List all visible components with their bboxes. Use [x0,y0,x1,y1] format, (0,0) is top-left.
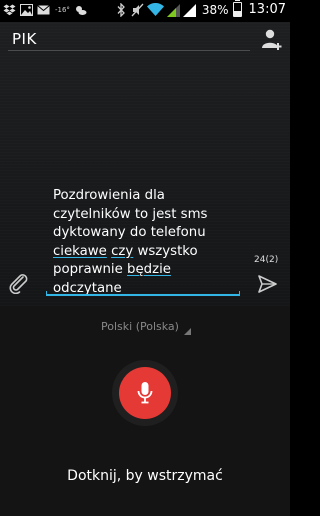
language-selector[interactable]: Polski (Polska) [0,320,290,335]
battery-icon [232,0,242,17]
attach-button[interactable] [8,272,30,295]
language-label: Polski (Polska) [101,320,191,335]
message-text: Pozdrowienia dla [53,188,165,203]
message-word: wszystko [137,243,198,259]
temperature: -16° [55,6,70,14]
signal-icon [182,3,196,17]
notification-icons: -16° [3,3,87,17]
message-word: będzie [127,262,171,277]
add-contact-icon [262,29,282,50]
voice-hint: Dotknij, by wstrzymać [67,468,223,484]
send-button[interactable] [257,274,277,294]
wifi-icon [146,3,164,17]
mute-icon [131,3,144,17]
message-word: czy [111,243,134,259]
message-text: czytelników to jest sms [53,206,208,222]
recipient-field[interactable]: PIK [12,30,37,48]
compose-area: PIK Pozdrowienia dla czytelników to jest… [0,22,290,306]
voice-input-panel: Polski (Polska) Dotknij, by wstrzymać [0,306,290,516]
recipient-divider [8,50,250,51]
message-input-underline [46,291,240,296]
signal-icon [166,3,180,17]
paperclip-icon [9,274,28,295]
email-icon [37,3,50,17]
battery-percentage: 38% [201,2,229,17]
microphone-icon [137,382,153,404]
weather-icon [74,3,87,17]
mic-button[interactable] [119,367,171,419]
system-icons: 38% 13:07 [115,0,286,17]
message-word: poprawnie [53,262,123,277]
status-bar: -16° 38% 13:07 [0,0,290,22]
message-text: dyktowany do telefonu [53,225,206,240]
message-word: ciekawe [53,243,107,259]
dropbox-icon [3,3,16,17]
clock: 13:07 [248,2,286,17]
add-contact-button[interactable] [260,27,284,51]
character-counter: 24(2) [254,255,279,265]
message-input[interactable]: Pozdrowienia dla czytelników to jest sms… [53,187,243,298]
image-icon [20,3,33,17]
send-icon [258,275,277,293]
bluetooth-icon [115,2,128,17]
